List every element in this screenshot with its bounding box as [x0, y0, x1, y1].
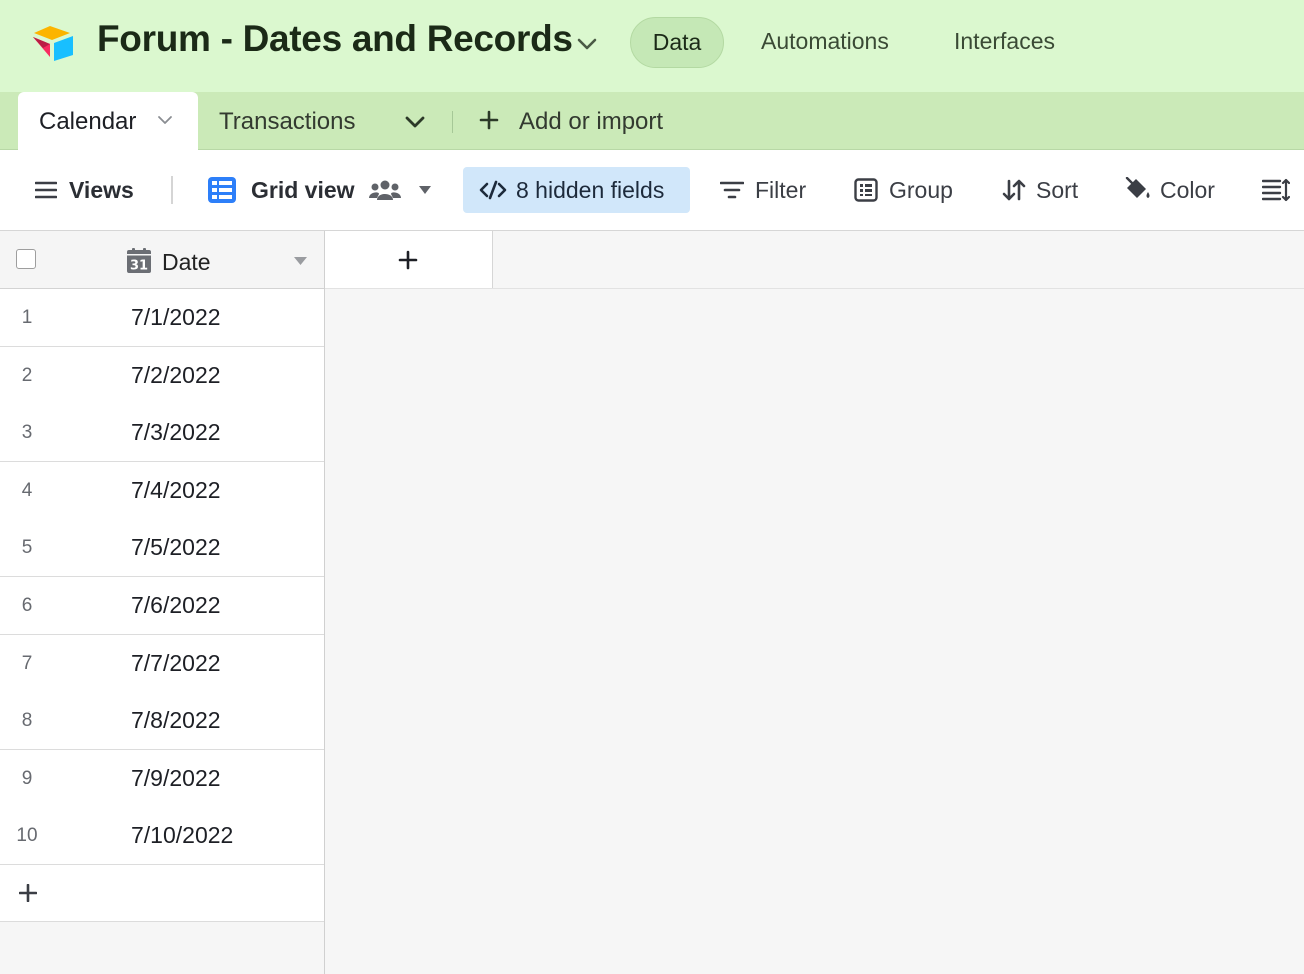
hamburger-menu-icon — [35, 181, 57, 199]
table-row[interactable]: 5 7/5/2022 — [0, 519, 324, 578]
hidden-fields-label: 8 hidden fields — [516, 176, 665, 203]
hidden-fields-button[interactable]: 8 hidden fields — [463, 167, 690, 213]
date-cell[interactable]: 7/3/2022 — [131, 404, 221, 461]
views-label: Views — [69, 176, 134, 203]
row-number: 2 — [21, 364, 33, 386]
grid-header-row: 31 Date — [0, 231, 324, 289]
collaborative-users-icon — [368, 180, 401, 200]
sort-label: Sort — [1036, 176, 1079, 203]
app-header: Forum - Dates and Records Data Automatio… — [0, 0, 1304, 92]
field-menu-caret-icon[interactable] — [294, 257, 307, 265]
date-cell[interactable]: 7/4/2022 — [131, 462, 221, 519]
row-number: 6 — [21, 595, 33, 616]
color-label: Color — [1160, 176, 1215, 203]
row-number: 10 — [16, 825, 38, 847]
tab-calendar-label: Calendar — [39, 108, 137, 135]
table-row[interactable]: 4 7/4/2022 — [0, 461, 324, 520]
paint-bucket-icon — [1125, 177, 1150, 198]
row-number: 3 — [21, 422, 33, 444]
view-switcher[interactable]: Grid view — [207, 150, 431, 230]
table-row[interactable]: 1 7/1/2022 — [0, 289, 324, 347]
row-number: 1 — [21, 307, 33, 328]
calendar-31-icon: 31 — [127, 248, 151, 273]
row-number: 5 — [21, 537, 33, 559]
plus-icon[interactable] — [479, 110, 499, 130]
base-title[interactable]: Forum - Dates and Records — [97, 18, 573, 60]
row-height-button[interactable] — [1262, 150, 1290, 230]
date-cell[interactable]: 7/2/2022 — [131, 347, 221, 404]
airtable-logo-icon[interactable] — [30, 24, 76, 62]
tab-transactions[interactable]: Transactions — [219, 108, 356, 136]
filter-icon — [720, 181, 744, 199]
table-tab-bar: Calendar Transactions Add or import — [0, 92, 1304, 150]
date-cell[interactable]: 7/6/2022 — [131, 577, 221, 634]
date-cell[interactable]: 7/7/2022 — [131, 635, 221, 692]
add-or-import-button[interactable]: Add or import — [519, 108, 663, 136]
all-tables-chevron-icon[interactable] — [404, 114, 426, 130]
view-toolbar: Views Grid view 8 hidden fields Filter G… — [0, 150, 1304, 231]
svg-text:31: 31 — [130, 259, 148, 274]
row-number: 9 — [21, 767, 33, 789]
date-cell[interactable]: 7/5/2022 — [131, 519, 221, 576]
table-row[interactable]: 10 7/10/2022 — [0, 807, 324, 866]
color-button[interactable]: Color — [1124, 150, 1215, 230]
row-height-icon — [1262, 178, 1290, 202]
row-number: 7 — [21, 652, 33, 674]
table-row[interactable]: 2 7/2/2022 — [0, 346, 324, 405]
group-label: Group — [889, 176, 953, 203]
plus-icon — [398, 250, 418, 270]
tab-calendar[interactable]: Calendar — [18, 92, 198, 150]
date-cell[interactable]: 7/10/2022 — [131, 807, 233, 864]
view-name: Grid view — [251, 176, 355, 203]
views-button[interactable]: Views — [35, 150, 134, 230]
plus-icon — [19, 884, 37, 902]
chevron-down-icon[interactable] — [157, 114, 173, 126]
sort-button[interactable]: Sort — [1002, 150, 1078, 230]
add-field-button[interactable] — [325, 231, 493, 288]
date-cell[interactable]: 7/1/2022 — [131, 289, 221, 346]
table-row[interactable]: 8 7/8/2022 — [0, 692, 324, 751]
toolbar-divider — [171, 176, 173, 204]
row-number: 4 — [21, 479, 33, 501]
sort-arrows-icon — [1002, 179, 1026, 201]
grid-primary-column: 31 Date 1 7/1/2022 2 7/2/2022 3 7/3/2022 4 7/4/… — [0, 231, 325, 974]
table-row[interactable]: 6 7/6/2022 — [0, 577, 324, 635]
chevron-down-icon[interactable] — [576, 36, 598, 52]
table-row[interactable]: 9 7/9/2022 — [0, 749, 324, 808]
date-field-header[interactable]: Date — [162, 249, 211, 276]
filter-label: Filter — [755, 176, 807, 203]
row-number: 8 — [21, 710, 33, 732]
date-cell[interactable]: 7/8/2022 — [131, 692, 221, 749]
select-all-checkbox[interactable] — [16, 249, 36, 269]
nav-data[interactable]: Data — [630, 17, 724, 68]
date-cell[interactable]: 7/9/2022 — [131, 750, 221, 807]
group-icon — [854, 178, 878, 202]
add-record-row[interactable] — [0, 865, 324, 922]
table-row[interactable]: 7 7/7/2022 — [0, 634, 324, 693]
grid-view-icon — [208, 177, 236, 203]
filter-button[interactable]: Filter — [720, 150, 806, 230]
table-row[interactable]: 3 7/3/2022 — [0, 404, 324, 463]
eye-slash-icon — [479, 180, 507, 200]
nav-automations[interactable]: Automations — [761, 28, 889, 55]
caret-down-icon[interactable] — [418, 186, 431, 194]
nav-interfaces[interactable]: Interfaces — [954, 28, 1055, 55]
group-button[interactable]: Group — [854, 150, 953, 230]
tab-divider — [452, 111, 453, 133]
grid-header-empty — [325, 231, 1304, 289]
